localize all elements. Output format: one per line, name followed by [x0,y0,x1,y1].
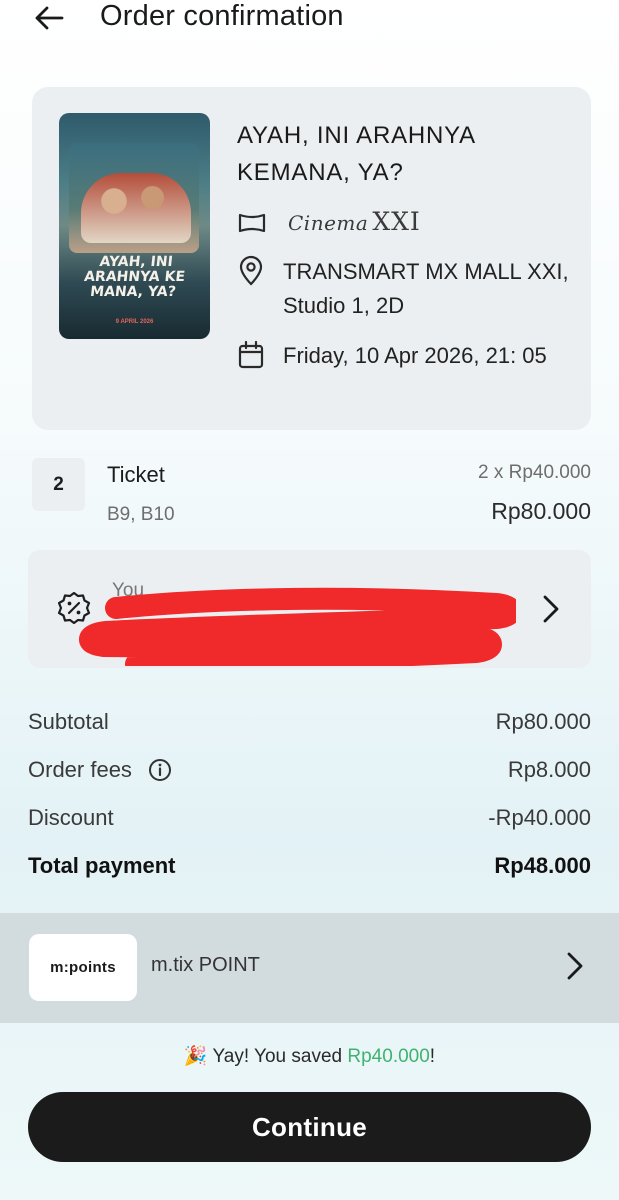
ticket-total: Rp80.000 [491,498,591,524]
ticket-quantity: 2 [32,458,85,511]
continue-button[interactable]: Continue [28,1092,591,1162]
back-button[interactable] [34,2,74,34]
ticket-row: 2 Ticket B9, B10 2 x Rp40.000 Rp80.000 [32,458,591,528]
order-fees-label: Order fees [28,757,132,782]
order-fees-row: Order fees Rp8.000 [28,746,591,794]
savings-suffix: ! [429,1046,436,1067]
poster-title: AYAH, INI ARAHNYA KE MANA, YA? [83,254,186,300]
ticket-label: Ticket [107,462,165,487]
calendar-icon [237,339,269,371]
subtotal-label: Subtotal [28,709,109,734]
party-popper-icon: 🎉 [183,1046,208,1067]
chevron-right-icon [565,951,585,986]
showtime-datetime: Friday, 10 Apr 2026, 21: 05 [283,343,547,368]
mpoints-logo: m:points [29,934,137,1001]
payment-summary: Subtotal Rp80.000 Order fees Rp8.000 Dis… [28,698,591,890]
discount-value: -Rp40.000 [488,805,591,830]
location-row: TRANSMART MX MALL XXI, Studio 1, 2D [237,255,573,323]
order-fees-label-group: Order fees [28,757,172,783]
savings-prefix: Yay! You saved [212,1046,348,1067]
voucher-selector[interactable]: You [28,550,591,668]
mtix-points-selector[interactable]: m:points m.tix POINT [0,913,619,1023]
subtotal-value: Rp80.000 [495,709,591,734]
location-pin-icon [237,255,269,287]
total-payment-row: Total payment Rp48.000 [28,842,591,890]
info-icon[interactable] [148,758,172,782]
discount-label: Discount [28,805,114,830]
page-title: Order confirmation [100,0,344,32]
chevron-right-icon [541,594,561,629]
total-payment-label: Total payment [28,853,176,878]
subtotal-row: Subtotal Rp80.000 [28,698,591,746]
top-bar: Order confirmation [0,0,619,40]
ticket-unit-price: 2 x Rp40.000 [477,462,591,483]
cinema-location: TRANSMART MX MALL XXI, Studio 1, 2D [283,259,569,318]
poster-date: 9 APRIL 2026 [115,319,154,325]
screen-icon [237,207,269,239]
total-payment-value: Rp48.000 [494,853,591,878]
savings-amount: Rp40.000 [347,1046,430,1067]
cinema-row: Cinema XXI [237,207,421,239]
movie-card: AYAH, INI ARAHNYA KE MANA, YA? 9 APRIL 2… [32,87,591,430]
cinema-xxi-logo: Cinema XXI [288,207,421,236]
showtime-row: Friday, 10 Apr 2026, 21: 05 [237,339,573,373]
points-label: m.tix POINT [151,954,260,976]
arrow-left-icon [35,6,64,30]
poster-artwork-figures [81,173,191,243]
discount-row: Discount -Rp40.000 [28,794,591,842]
cinema-logo-mark: XXI [372,207,421,236]
redaction-scribble [79,587,516,666]
movie-title: AYAH, INI ARAHNYA KEMANA, YA? [237,122,475,186]
savings-message: 🎉 Yay! You saved Rp40.000! [0,1044,619,1068]
cinema-logo-script: Cinema [288,211,369,235]
ticket-seats: B9, B10 [107,504,175,525]
movie-poster: AYAH, INI ARAHNYA KE MANA, YA? 9 APRIL 2… [59,113,210,339]
order-fees-value: Rp8.000 [507,757,591,782]
